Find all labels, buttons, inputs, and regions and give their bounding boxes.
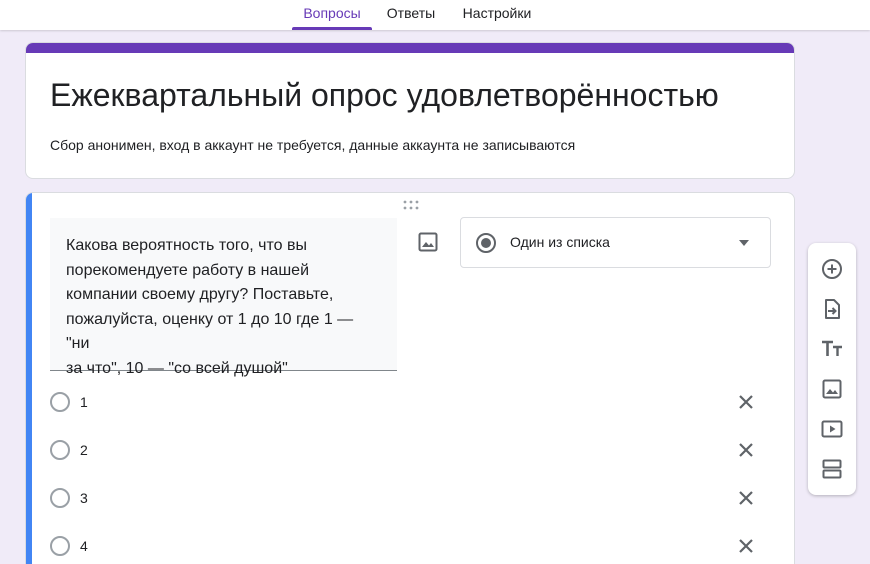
- option-label[interactable]: 4: [80, 538, 88, 554]
- add-image-icon[interactable]: [416, 230, 440, 254]
- option-label[interactable]: 3: [80, 490, 88, 506]
- question-type-dropdown[interactable]: Один из списка: [460, 217, 771, 268]
- add-image-icon[interactable]: [820, 377, 844, 401]
- question-title-field[interactable]: Какова вероятность того, что вы порекоме…: [50, 218, 397, 377]
- add-question-icon[interactable]: [820, 257, 844, 281]
- chevron-down-icon: [739, 240, 749, 246]
- option-label[interactable]: 2: [80, 442, 88, 458]
- header-accent-bar: [26, 43, 794, 53]
- add-title-icon[interactable]: [820, 337, 844, 361]
- option-row[interactable]: 1: [50, 388, 770, 418]
- question-text: Какова вероятность того, что вы порекоме…: [66, 237, 354, 377]
- question-type-label: Один из списка: [510, 234, 610, 250]
- add-video-icon[interactable]: [820, 417, 844, 441]
- radio-checked-icon: [476, 233, 496, 253]
- drag-handle-icon[interactable]: [402, 200, 420, 210]
- form-description[interactable]: Сбор анонимен, вход в аккаунт не требует…: [50, 137, 575, 153]
- add-section-icon[interactable]: [820, 457, 844, 481]
- radio-button: [50, 440, 70, 460]
- close-icon[interactable]: [736, 536, 756, 556]
- floating-toolbar: [808, 243, 856, 495]
- form-title[interactable]: Ежеквартальный опрос удовлетворённостью: [50, 77, 719, 114]
- option-row[interactable]: 2: [50, 436, 770, 466]
- radio-button: [50, 536, 70, 556]
- active-question-indicator: [26, 193, 32, 564]
- tab-settings[interactable]: Настройки: [452, 0, 542, 30]
- option-row[interactable]: 3: [50, 484, 770, 514]
- import-questions-icon[interactable]: [820, 297, 844, 321]
- close-icon[interactable]: [736, 392, 756, 412]
- option-row[interactable]: 4: [50, 532, 770, 562]
- radio-button: [50, 392, 70, 412]
- close-icon[interactable]: [736, 440, 756, 460]
- top-tab-bar: Вопросы Ответы Настройки: [0, 0, 870, 30]
- close-icon[interactable]: [736, 488, 756, 508]
- radio-button: [50, 488, 70, 508]
- question-card[interactable]: Какова вероятность того, что вы порекоме…: [25, 192, 795, 564]
- tab-responses[interactable]: Ответы: [380, 0, 442, 30]
- option-label[interactable]: 1: [80, 394, 88, 410]
- form-header-card[interactable]: Ежеквартальный опрос удовлетворённостью …: [25, 42, 795, 179]
- tab-questions[interactable]: Вопросы: [292, 0, 372, 30]
